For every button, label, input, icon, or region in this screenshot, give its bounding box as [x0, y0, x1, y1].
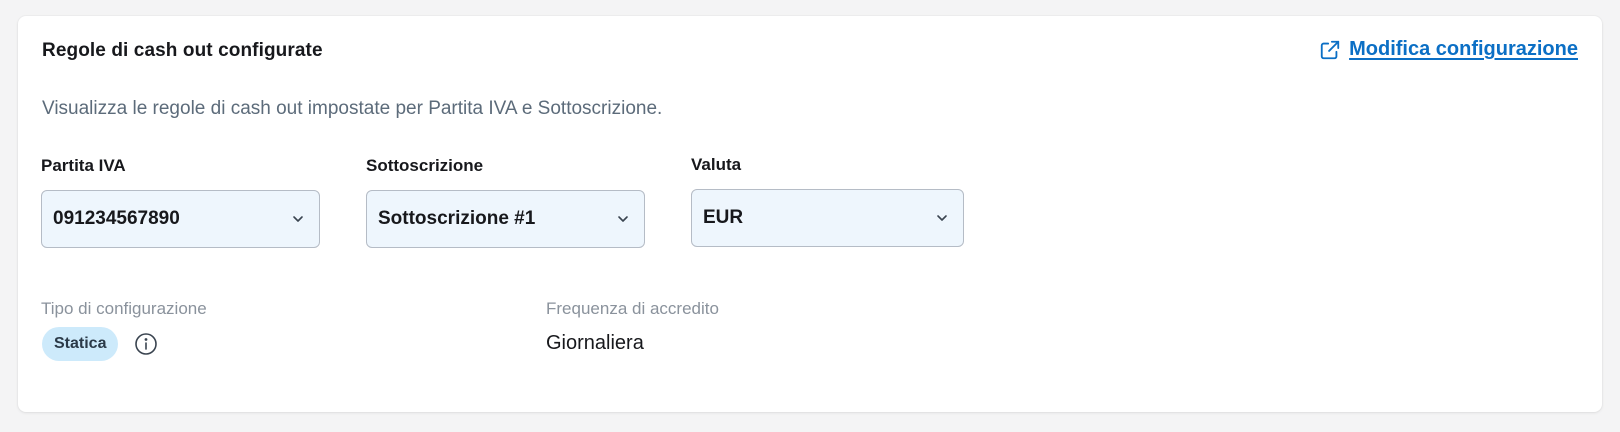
card-title: Regole di cash out configurate — [42, 40, 323, 61]
frequency-value: Giornaliera — [546, 332, 644, 354]
edit-configuration-link[interactable]: Modifica configurazione — [1319, 38, 1578, 61]
frequency-label: Frequenza di accredito — [546, 299, 719, 318]
external-link-icon — [1320, 40, 1340, 59]
currency-label: Valuta — [691, 155, 742, 174]
vat-select-value: 091234567890 — [53, 208, 180, 229]
subscription-select[interactable]: Sottoscrizione #1 — [366, 190, 645, 248]
cash-out-rules-card: Regole di cash out configurate Modifica … — [18, 16, 1602, 412]
vat-label: Partita IVA — [41, 156, 126, 175]
currency-select[interactable]: EUR — [691, 189, 964, 247]
subscription-label: Sottoscrizione — [366, 156, 484, 175]
subscription-field: Sottoscrizione Sottoscrizione #1 — [366, 156, 645, 248]
chevron-down-icon — [937, 215, 947, 221]
config-type-label: Tipo di configurazione — [41, 299, 207, 318]
info-icon[interactable] — [134, 332, 158, 356]
config-type-badge: Statica — [42, 327, 119, 361]
edit-configuration-label: Modifica configurazione — [1349, 38, 1578, 60]
vat-select[interactable]: 091234567890 — [41, 190, 320, 248]
card-description: Visualizza le regole di cash out imposta… — [42, 98, 663, 119]
currency-select-value: EUR — [703, 207, 744, 228]
chevron-down-icon — [618, 216, 628, 222]
vat-field: Partita IVA 091234567890 — [41, 156, 320, 248]
currency-field: Valuta EUR — [691, 155, 964, 247]
subscription-select-value: Sottoscrizione #1 — [378, 208, 536, 229]
chevron-down-icon — [293, 216, 303, 222]
